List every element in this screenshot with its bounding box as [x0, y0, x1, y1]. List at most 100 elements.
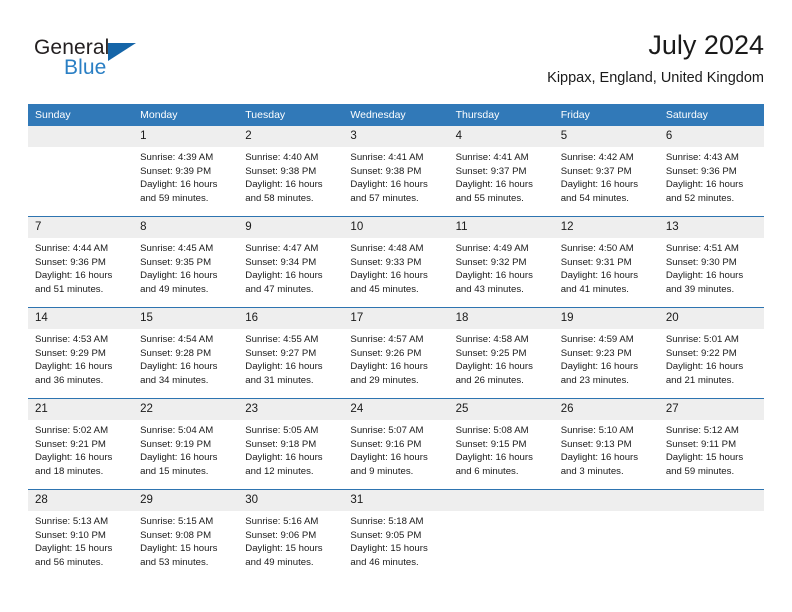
day-cell-inner: 25 Sunrise: 5:08 AM Sunset: 9:15 PM Dayligh…: [448, 399, 554, 489]
sunset-time-text: Sunset: 9:19 PM: [140, 438, 212, 450]
calendar-day-cell[interactable]: 23 Sunrise: 5:05 AM Sunset: 9:18 PM Dayligh…: [238, 398, 344, 490]
calendar-day-cell[interactable]: 27 Sunrise: 5:12 AM Sunset: 9:11 PM Dayligh…: [658, 398, 764, 490]
sunrise-time-text: Sunrise: 4:55 AM: [245, 334, 319, 345]
sunset-time-text: Sunset: 9:35 PM: [140, 256, 212, 268]
weekday-header-row: Sunday Monday Tuesday Wednesday Thursday…: [28, 104, 764, 126]
weekday-header-sunday: Sunday: [28, 104, 134, 126]
calendar-day-cell[interactable]: 13 Sunrise: 4:51 AM Sunset: 9:30 PM Dayligh…: [658, 216, 764, 308]
calendar-day-cell[interactable]: 11 Sunrise: 4:49 AM Sunset: 9:32 PM Dayligh…: [448, 216, 554, 308]
calendar-day-cell-empty: [28, 126, 134, 217]
calendar-day-cell[interactable]: 6 Sunrise: 4:43 AM Sunset: 9:36 PM Daylight…: [658, 126, 764, 217]
day-details: Sunrise: 4:51 AM Sunset: 9:30 PM Daylight:…: [659, 238, 764, 296]
calendar-day-cell[interactable]: 12 Sunrise: 4:50 AM Sunset: 9:31 PM Dayligh…: [553, 216, 659, 308]
sunset-time-text: Sunset: 9:30 PM: [665, 256, 737, 268]
calendar-day-cell[interactable]: 2 Sunrise: 4:40 AM Sunset: 9:38 PM Daylight…: [238, 126, 344, 217]
calendar-day-cell[interactable]: 8 Sunrise: 4:45 AM Sunset: 9:35 PM Daylight…: [133, 216, 239, 308]
day-number: 4: [448, 126, 554, 147]
day-details: Sunrise: 5:05 AM Sunset: 9:18 PM Daylight:…: [238, 420, 343, 478]
calendar-day-cell[interactable]: 16 Sunrise: 4:55 AM Sunset: 9:27 PM Dayligh…: [238, 307, 344, 399]
sunset-time-text: Sunset: 9:34 PM: [245, 256, 317, 268]
daylight-duration-line2: and 54 minutes.: [560, 192, 629, 204]
sunrise-time-text: Sunrise: 5:15 AM: [140, 516, 214, 527]
sunset-time-text: Sunset: 9:37 PM: [560, 165, 632, 177]
sunrise-time-text: Sunrise: 5:05 AM: [245, 425, 319, 436]
calendar-day-cell[interactable]: 24 Sunrise: 5:07 AM Sunset: 9:16 PM Dayligh…: [343, 398, 449, 490]
daylight-duration-line1: Daylight: 16 hours: [245, 270, 323, 282]
day-cell-inner: 1 Sunrise: 4:39 AM Sunset: 9:39 PM Daylight…: [133, 126, 239, 216]
day-number: 16: [238, 308, 344, 329]
day-number: 8: [133, 217, 239, 238]
sunset-time-text: Sunset: 9:05 PM: [350, 529, 422, 541]
day-cell-inner: 26 Sunrise: 5:10 AM Sunset: 9:13 PM Dayligh…: [553, 399, 659, 489]
day-details: Sunrise: 4:50 AM Sunset: 9:31 PM Daylight:…: [554, 238, 659, 296]
sunrise-time-text: Sunrise: 4:45 AM: [140, 243, 214, 254]
day-details: Sunrise: 4:39 AM Sunset: 9:39 PM Daylight:…: [133, 147, 238, 205]
day-number: 3: [343, 126, 449, 147]
calendar-day-cell[interactable]: 15 Sunrise: 4:54 AM Sunset: 9:28 PM Dayligh…: [133, 307, 239, 399]
calendar-day-cell[interactable]: 31 Sunrise: 5:18 AM Sunset: 9:05 PM Dayligh…: [343, 489, 449, 580]
day-number: 13: [658, 217, 764, 238]
day-details: Sunrise: 5:02 AM Sunset: 9:21 PM Daylight:…: [28, 420, 133, 478]
sunrise-time-text: Sunrise: 5:01 AM: [665, 334, 739, 345]
sunrise-time-text: Sunrise: 4:43 AM: [665, 152, 739, 163]
day-number: 14: [28, 308, 134, 329]
day-number: [658, 490, 764, 511]
calendar-day-cell[interactable]: 30 Sunrise: 5:16 AM Sunset: 9:06 PM Dayligh…: [238, 489, 344, 580]
daylight-duration-line1: Daylight: 15 hours: [245, 543, 323, 555]
day-cell-inner: 21 Sunrise: 5:02 AM Sunset: 9:21 PM Dayligh…: [28, 399, 134, 489]
calendar-day-cell-empty: [658, 489, 764, 580]
sunrise-time-text: Sunrise: 5:16 AM: [245, 516, 319, 527]
calendar-day-cell[interactable]: 19 Sunrise: 4:59 AM Sunset: 9:23 PM Dayligh…: [553, 307, 659, 399]
weekday-header-wednesday: Wednesday: [343, 104, 449, 126]
calendar-day-cell-empty: [553, 489, 659, 580]
calendar-day-cell[interactable]: 14 Sunrise: 4:53 AM Sunset: 9:29 PM Dayligh…: [28, 307, 134, 399]
calendar-day-cell[interactable]: 3 Sunrise: 4:41 AM Sunset: 9:38 PM Daylight…: [343, 126, 449, 217]
calendar-day-cell[interactable]: 26 Sunrise: 5:10 AM Sunset: 9:13 PM Dayligh…: [553, 398, 659, 490]
daylight-duration-line2: and 55 minutes.: [455, 192, 524, 204]
calendar-day-cell[interactable]: 28 Sunrise: 5:13 AM Sunset: 9:10 PM Dayligh…: [28, 489, 134, 580]
sunset-time-text: Sunset: 9:22 PM: [665, 347, 737, 359]
calendar-day-cell[interactable]: 18 Sunrise: 4:58 AM Sunset: 9:25 PM Dayligh…: [448, 307, 554, 399]
sunrise-time-text: Sunrise: 5:10 AM: [560, 425, 634, 436]
day-cell-inner: 13 Sunrise: 4:51 AM Sunset: 9:30 PM Dayligh…: [658, 217, 764, 307]
calendar-day-cell[interactable]: 5 Sunrise: 4:42 AM Sunset: 9:37 PM Daylight…: [553, 126, 659, 217]
general-blue-logo[interactable]: General Blue: [34, 36, 234, 94]
day-details: Sunrise: 4:47 AM Sunset: 9:34 PM Daylight:…: [238, 238, 343, 296]
calendar-day-cell[interactable]: 4 Sunrise: 4:41 AM Sunset: 9:37 PM Daylight…: [448, 126, 554, 217]
daylight-duration-line2: and 29 minutes.: [350, 374, 419, 386]
calendar-day-cell[interactable]: 21 Sunrise: 5:02 AM Sunset: 9:21 PM Dayligh…: [28, 398, 134, 490]
day-details: Sunrise: 5:10 AM Sunset: 9:13 PM Daylight:…: [554, 420, 659, 478]
day-number: 7: [28, 217, 134, 238]
calendar-day-cell[interactable]: 1 Sunrise: 4:39 AM Sunset: 9:39 PM Daylight…: [133, 126, 239, 217]
day-cell-inner: 29 Sunrise: 5:15 AM Sunset: 9:08 PM Dayligh…: [133, 490, 239, 580]
calendar-day-cell[interactable]: 20 Sunrise: 5:01 AM Sunset: 9:22 PM Dayligh…: [658, 307, 764, 399]
day-cell-inner: 2 Sunrise: 4:40 AM Sunset: 9:38 PM Daylight…: [238, 126, 344, 216]
calendar-day-cell[interactable]: 7 Sunrise: 4:44 AM Sunset: 9:36 PM Daylight…: [28, 216, 134, 308]
day-number: 28: [28, 490, 134, 511]
daylight-duration-line2: and 58 minutes.: [245, 192, 314, 204]
day-cell-inner: 11 Sunrise: 4:49 AM Sunset: 9:32 PM Dayligh…: [448, 217, 554, 307]
calendar-day-cell[interactable]: 17 Sunrise: 4:57 AM Sunset: 9:26 PM Dayligh…: [343, 307, 449, 399]
sunrise-time-text: Sunrise: 4:59 AM: [560, 334, 634, 345]
sunset-time-text: Sunset: 9:21 PM: [35, 438, 106, 450]
calendar-day-cell[interactable]: 9 Sunrise: 4:47 AM Sunset: 9:34 PM Daylight…: [238, 216, 344, 308]
sunset-time-text: Sunset: 9:39 PM: [140, 165, 212, 177]
calendar-day-cell[interactable]: 25 Sunrise: 5:08 AM Sunset: 9:15 PM Dayligh…: [448, 398, 554, 490]
day-details: Sunrise: 5:16 AM Sunset: 9:06 PM Daylight:…: [238, 511, 343, 569]
sunset-time-text: Sunset: 9:13 PM: [560, 438, 632, 450]
sunrise-time-text: Sunrise: 4:57 AM: [350, 334, 424, 345]
calendar-day-cell[interactable]: 29 Sunrise: 5:15 AM Sunset: 9:08 PM Dayligh…: [133, 489, 239, 580]
sunrise-time-text: Sunrise: 4:41 AM: [350, 152, 424, 163]
day-details: Sunrise: 5:18 AM Sunset: 9:05 PM Daylight:…: [343, 511, 448, 569]
day-details: Sunrise: 4:40 AM Sunset: 9:38 PM Daylight:…: [238, 147, 343, 205]
daylight-duration-line2: and 43 minutes.: [455, 283, 524, 295]
daylight-duration-line1: Daylight: 15 hours: [665, 452, 744, 464]
daylight-duration-line1: Daylight: 16 hours: [665, 179, 744, 191]
sunrise-time-text: Sunrise: 5:04 AM: [140, 425, 214, 436]
daylight-duration-line2: and 15 minutes.: [140, 465, 209, 477]
calendar-day-cell[interactable]: 10 Sunrise: 4:48 AM Sunset: 9:33 PM Dayligh…: [343, 216, 449, 308]
calendar-day-cell[interactable]: 22 Sunrise: 5:04 AM Sunset: 9:19 PM Dayligh…: [133, 398, 239, 490]
weekday-header-tuesday: Tuesday: [238, 104, 344, 126]
day-details: Sunrise: 4:41 AM Sunset: 9:37 PM Daylight:…: [449, 147, 554, 205]
day-number: 5: [553, 126, 659, 147]
